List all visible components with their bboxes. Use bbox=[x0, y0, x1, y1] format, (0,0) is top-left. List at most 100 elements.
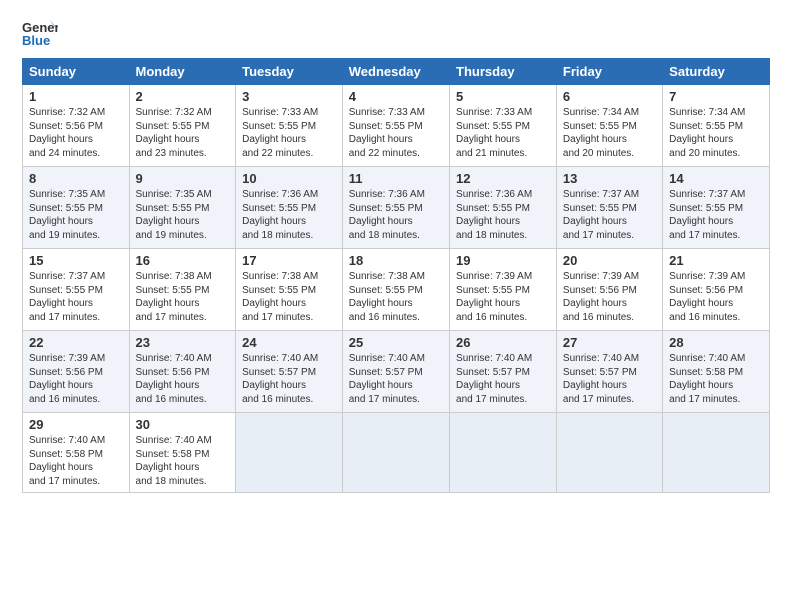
weekday-header: Monday bbox=[129, 59, 236, 85]
calendar-table: SundayMondayTuesdayWednesdayThursdayFrid… bbox=[22, 58, 770, 493]
weekday-header: Saturday bbox=[663, 59, 770, 85]
day-number: 26 bbox=[456, 335, 550, 350]
calendar-cell: 27 Sunrise: 7:40 AMSunset: 5:57 PMDaylig… bbox=[556, 331, 662, 413]
calendar-cell: 1 Sunrise: 7:32 AMSunset: 5:56 PMDayligh… bbox=[23, 85, 130, 167]
calendar-cell bbox=[450, 413, 557, 493]
cell-text: Sunrise: 7:38 AMSunset: 5:55 PMDaylight … bbox=[349, 271, 425, 323]
day-number: 18 bbox=[349, 253, 443, 268]
day-number: 8 bbox=[29, 171, 123, 186]
calendar-cell: 13 Sunrise: 7:37 AMSunset: 5:55 PMDaylig… bbox=[556, 167, 662, 249]
cell-text: Sunrise: 7:36 AMSunset: 5:55 PMDaylight … bbox=[242, 189, 318, 241]
day-number: 20 bbox=[563, 253, 656, 268]
day-number: 17 bbox=[242, 253, 336, 268]
day-number: 6 bbox=[563, 89, 656, 104]
day-number: 22 bbox=[29, 335, 123, 350]
day-number: 21 bbox=[669, 253, 763, 268]
calendar-cell: 16 Sunrise: 7:38 AMSunset: 5:55 PMDaylig… bbox=[129, 249, 236, 331]
page: General Blue SundayMondayTuesdayWednesda… bbox=[0, 0, 792, 503]
calendar-cell: 25 Sunrise: 7:40 AMSunset: 5:57 PMDaylig… bbox=[342, 331, 449, 413]
cell-text: Sunrise: 7:40 AMSunset: 5:57 PMDaylight … bbox=[456, 353, 532, 405]
calendar-cell: 7 Sunrise: 7:34 AMSunset: 5:55 PMDayligh… bbox=[663, 85, 770, 167]
day-number: 13 bbox=[563, 171, 656, 186]
calendar-cell: 9 Sunrise: 7:35 AMSunset: 5:55 PMDayligh… bbox=[129, 167, 236, 249]
cell-text: Sunrise: 7:40 AMSunset: 5:58 PMDaylight … bbox=[29, 435, 105, 487]
cell-text: Sunrise: 7:38 AMSunset: 5:55 PMDaylight … bbox=[242, 271, 318, 323]
cell-text: Sunrise: 7:35 AMSunset: 5:55 PMDaylight … bbox=[136, 189, 212, 241]
day-number: 23 bbox=[136, 335, 230, 350]
calendar-cell: 19 Sunrise: 7:39 AMSunset: 5:55 PMDaylig… bbox=[450, 249, 557, 331]
cell-text: Sunrise: 7:36 AMSunset: 5:55 PMDaylight … bbox=[456, 189, 532, 241]
day-number: 11 bbox=[349, 171, 443, 186]
day-number: 3 bbox=[242, 89, 336, 104]
calendar-cell: 21 Sunrise: 7:39 AMSunset: 5:56 PMDaylig… bbox=[663, 249, 770, 331]
cell-text: Sunrise: 7:37 AMSunset: 5:55 PMDaylight … bbox=[669, 189, 745, 241]
cell-text: Sunrise: 7:40 AMSunset: 5:56 PMDaylight … bbox=[136, 353, 212, 405]
header: General Blue bbox=[22, 18, 770, 48]
calendar-week-row: 1 Sunrise: 7:32 AMSunset: 5:56 PMDayligh… bbox=[23, 85, 770, 167]
day-number: 9 bbox=[136, 171, 230, 186]
calendar-cell: 20 Sunrise: 7:39 AMSunset: 5:56 PMDaylig… bbox=[556, 249, 662, 331]
calendar-cell bbox=[663, 413, 770, 493]
weekday-header: Sunday bbox=[23, 59, 130, 85]
day-number: 16 bbox=[136, 253, 230, 268]
calendar-cell: 3 Sunrise: 7:33 AMSunset: 5:55 PMDayligh… bbox=[236, 85, 343, 167]
calendar-cell: 2 Sunrise: 7:32 AMSunset: 5:55 PMDayligh… bbox=[129, 85, 236, 167]
cell-text: Sunrise: 7:39 AMSunset: 5:56 PMDaylight … bbox=[563, 271, 639, 323]
calendar-cell: 30 Sunrise: 7:40 AMSunset: 5:58 PMDaylig… bbox=[129, 413, 236, 493]
calendar-week-row: 29 Sunrise: 7:40 AMSunset: 5:58 PMDaylig… bbox=[23, 413, 770, 493]
cell-text: Sunrise: 7:40 AMSunset: 5:57 PMDaylight … bbox=[563, 353, 639, 405]
cell-text: Sunrise: 7:35 AMSunset: 5:55 PMDaylight … bbox=[29, 189, 105, 241]
calendar-cell: 17 Sunrise: 7:38 AMSunset: 5:55 PMDaylig… bbox=[236, 249, 343, 331]
cell-text: Sunrise: 7:34 AMSunset: 5:55 PMDaylight … bbox=[563, 107, 639, 159]
calendar-cell: 14 Sunrise: 7:37 AMSunset: 5:55 PMDaylig… bbox=[663, 167, 770, 249]
calendar-cell: 10 Sunrise: 7:36 AMSunset: 5:55 PMDaylig… bbox=[236, 167, 343, 249]
cell-text: Sunrise: 7:40 AMSunset: 5:58 PMDaylight … bbox=[136, 435, 212, 487]
day-number: 27 bbox=[563, 335, 656, 350]
day-number: 12 bbox=[456, 171, 550, 186]
logo: General Blue bbox=[22, 18, 64, 48]
cell-text: Sunrise: 7:38 AMSunset: 5:55 PMDaylight … bbox=[136, 271, 212, 323]
cell-text: Sunrise: 7:39 AMSunset: 5:56 PMDaylight … bbox=[669, 271, 745, 323]
cell-text: Sunrise: 7:39 AMSunset: 5:56 PMDaylight … bbox=[29, 353, 105, 405]
calendar-cell: 8 Sunrise: 7:35 AMSunset: 5:55 PMDayligh… bbox=[23, 167, 130, 249]
calendar-cell bbox=[342, 413, 449, 493]
day-number: 29 bbox=[29, 417, 123, 432]
calendar-cell: 23 Sunrise: 7:40 AMSunset: 5:56 PMDaylig… bbox=[129, 331, 236, 413]
cell-text: Sunrise: 7:40 AMSunset: 5:57 PMDaylight … bbox=[349, 353, 425, 405]
calendar-week-row: 8 Sunrise: 7:35 AMSunset: 5:55 PMDayligh… bbox=[23, 167, 770, 249]
cell-text: Sunrise: 7:32 AMSunset: 5:56 PMDaylight … bbox=[29, 107, 105, 159]
weekday-header: Friday bbox=[556, 59, 662, 85]
day-number: 25 bbox=[349, 335, 443, 350]
cell-text: Sunrise: 7:37 AMSunset: 5:55 PMDaylight … bbox=[29, 271, 105, 323]
weekday-header: Thursday bbox=[450, 59, 557, 85]
cell-text: Sunrise: 7:33 AMSunset: 5:55 PMDaylight … bbox=[349, 107, 425, 159]
calendar-week-row: 15 Sunrise: 7:37 AMSunset: 5:55 PMDaylig… bbox=[23, 249, 770, 331]
calendar-cell bbox=[236, 413, 343, 493]
weekday-header: Tuesday bbox=[236, 59, 343, 85]
cell-text: Sunrise: 7:40 AMSunset: 5:58 PMDaylight … bbox=[669, 353, 745, 405]
calendar-cell: 24 Sunrise: 7:40 AMSunset: 5:57 PMDaylig… bbox=[236, 331, 343, 413]
calendar-cell: 18 Sunrise: 7:38 AMSunset: 5:55 PMDaylig… bbox=[342, 249, 449, 331]
cell-text: Sunrise: 7:40 AMSunset: 5:57 PMDaylight … bbox=[242, 353, 318, 405]
calendar-cell: 15 Sunrise: 7:37 AMSunset: 5:55 PMDaylig… bbox=[23, 249, 130, 331]
cell-text: Sunrise: 7:37 AMSunset: 5:55 PMDaylight … bbox=[563, 189, 639, 241]
day-number: 2 bbox=[136, 89, 230, 104]
calendar-cell: 6 Sunrise: 7:34 AMSunset: 5:55 PMDayligh… bbox=[556, 85, 662, 167]
calendar-cell: 29 Sunrise: 7:40 AMSunset: 5:58 PMDaylig… bbox=[23, 413, 130, 493]
day-number: 4 bbox=[349, 89, 443, 104]
calendar-cell: 12 Sunrise: 7:36 AMSunset: 5:55 PMDaylig… bbox=[450, 167, 557, 249]
day-number: 1 bbox=[29, 89, 123, 104]
calendar-header-row: SundayMondayTuesdayWednesdayThursdayFrid… bbox=[23, 59, 770, 85]
day-number: 15 bbox=[29, 253, 123, 268]
calendar-cell: 4 Sunrise: 7:33 AMSunset: 5:55 PMDayligh… bbox=[342, 85, 449, 167]
cell-text: Sunrise: 7:32 AMSunset: 5:55 PMDaylight … bbox=[136, 107, 212, 159]
cell-text: Sunrise: 7:33 AMSunset: 5:55 PMDaylight … bbox=[456, 107, 532, 159]
calendar-week-row: 22 Sunrise: 7:39 AMSunset: 5:56 PMDaylig… bbox=[23, 331, 770, 413]
cell-text: Sunrise: 7:34 AMSunset: 5:55 PMDaylight … bbox=[669, 107, 745, 159]
svg-text:Blue: Blue bbox=[22, 33, 50, 48]
cell-text: Sunrise: 7:39 AMSunset: 5:55 PMDaylight … bbox=[456, 271, 532, 323]
calendar-cell bbox=[556, 413, 662, 493]
cell-text: Sunrise: 7:36 AMSunset: 5:55 PMDaylight … bbox=[349, 189, 425, 241]
calendar-cell: 26 Sunrise: 7:40 AMSunset: 5:57 PMDaylig… bbox=[450, 331, 557, 413]
day-number: 5 bbox=[456, 89, 550, 104]
